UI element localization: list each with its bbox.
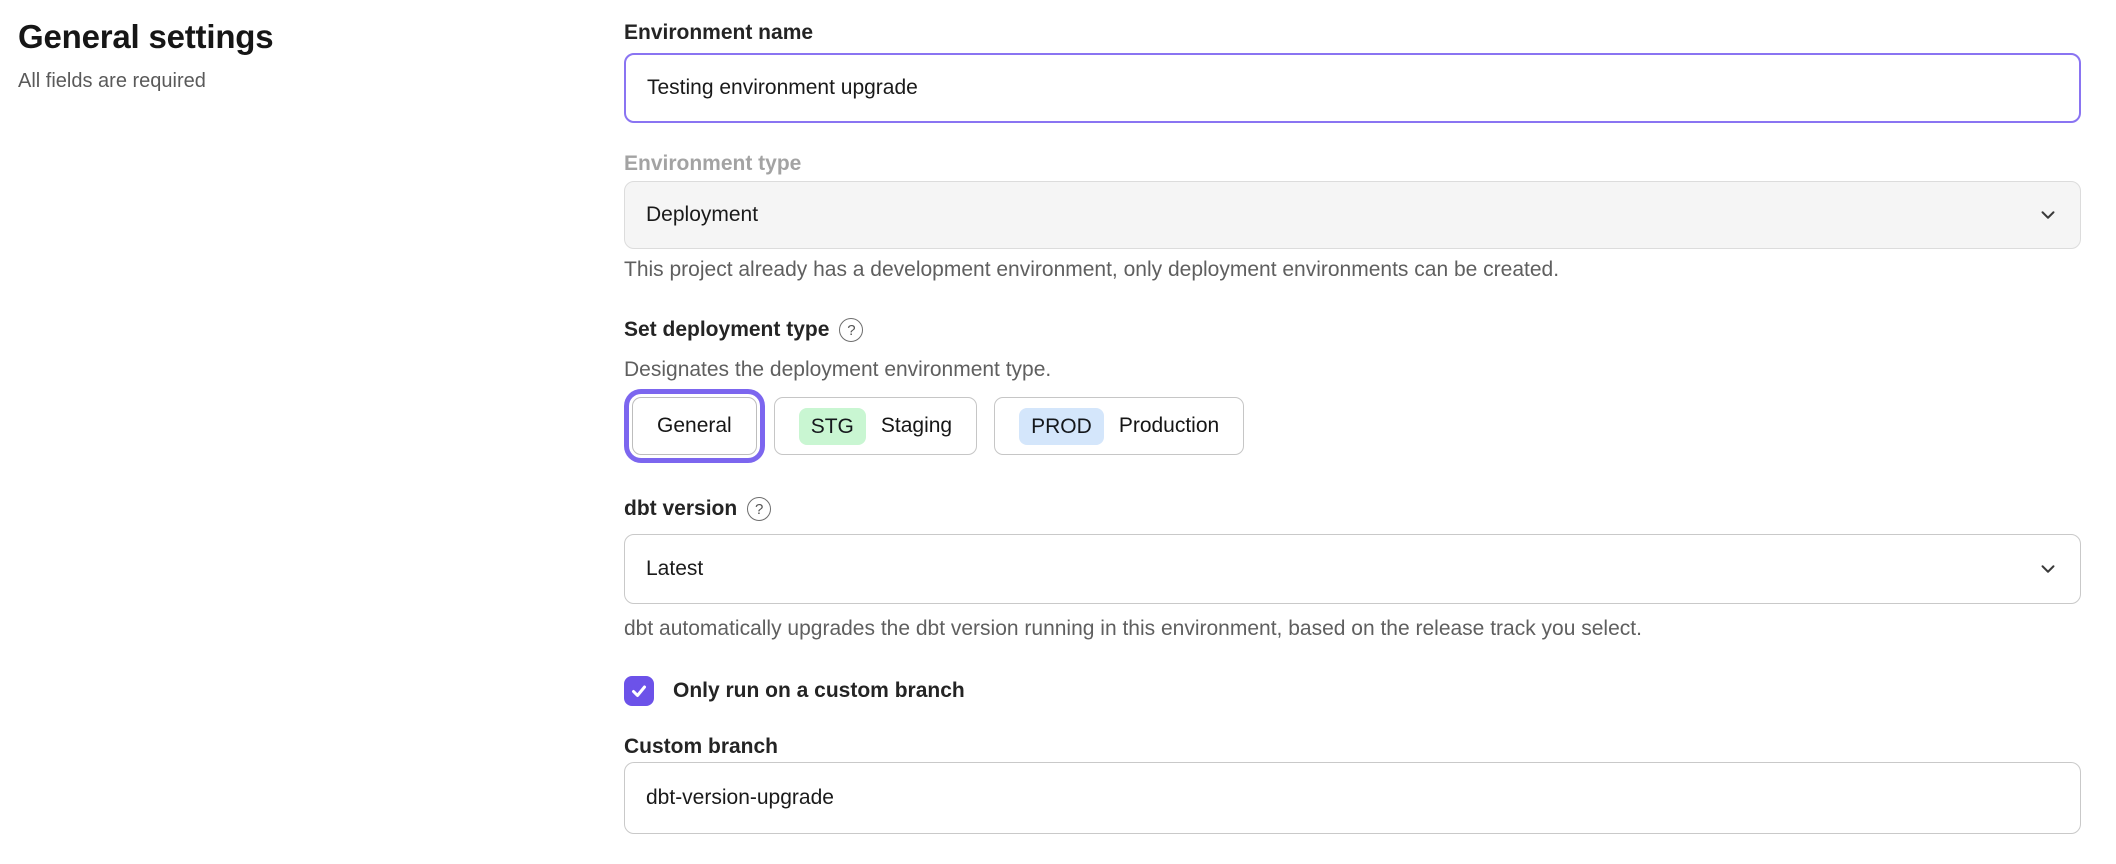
custom-branch-input[interactable] <box>624 762 2081 834</box>
checkmark-icon <box>629 681 649 701</box>
environment-name-label: Environment name <box>624 22 2081 44</box>
chevron-down-icon <box>2037 204 2059 226</box>
deployment-type-label: Set deployment type ? <box>624 318 2081 342</box>
custom-branch-checkbox-label[interactable]: Only run on a custom branch <box>673 679 965 703</box>
deployment-type-helper: Designates the deployment environment ty… <box>624 359 2081 381</box>
production-badge: PROD <box>1019 408 1104 445</box>
custom-branch-label: Custom branch <box>624 736 2081 758</box>
deployment-type-general-label: General <box>657 414 732 438</box>
environment-name-input[interactable] <box>624 53 2081 123</box>
staging-badge: STG <box>799 408 866 445</box>
dbt-version-value: Latest <box>646 557 703 581</box>
custom-branch-checkbox-row: Only run on a custom branch <box>624 676 2081 706</box>
deployment-type-staging-button[interactable]: STG Staging <box>774 397 977 455</box>
dbt-version-helper: dbt automatically upgrades the dbt versi… <box>624 618 2081 640</box>
chevron-down-icon <box>2037 558 2059 580</box>
dbt-version-select[interactable]: Latest <box>624 534 2081 604</box>
environment-type-helper: This project already has a development e… <box>624 259 2081 281</box>
page-title: General settings <box>18 20 578 54</box>
dbt-version-label: dbt version ? <box>624 497 2081 521</box>
deployment-type-staging-label: Staging <box>881 414 952 438</box>
environment-type-value: Deployment <box>646 203 758 227</box>
deployment-type-general-button[interactable]: General <box>632 397 757 455</box>
deployment-type-production-label: Production <box>1119 414 1219 438</box>
custom-branch-checkbox[interactable] <box>624 676 654 706</box>
page-header: General settings All fields are required <box>18 20 578 92</box>
deployment-type-options: General STG Staging PROD Production <box>624 397 2081 455</box>
environment-settings-form: Environment name Environment type Deploy… <box>624 22 2081 834</box>
environment-type-label: Environment type <box>624 153 2081 175</box>
help-icon[interactable]: ? <box>839 318 863 342</box>
deployment-type-production-button[interactable]: PROD Production <box>994 397 1244 455</box>
help-icon[interactable]: ? <box>747 497 771 521</box>
environment-type-select[interactable]: Deployment <box>624 181 2081 249</box>
page-subtitle: All fields are required <box>18 70 578 92</box>
